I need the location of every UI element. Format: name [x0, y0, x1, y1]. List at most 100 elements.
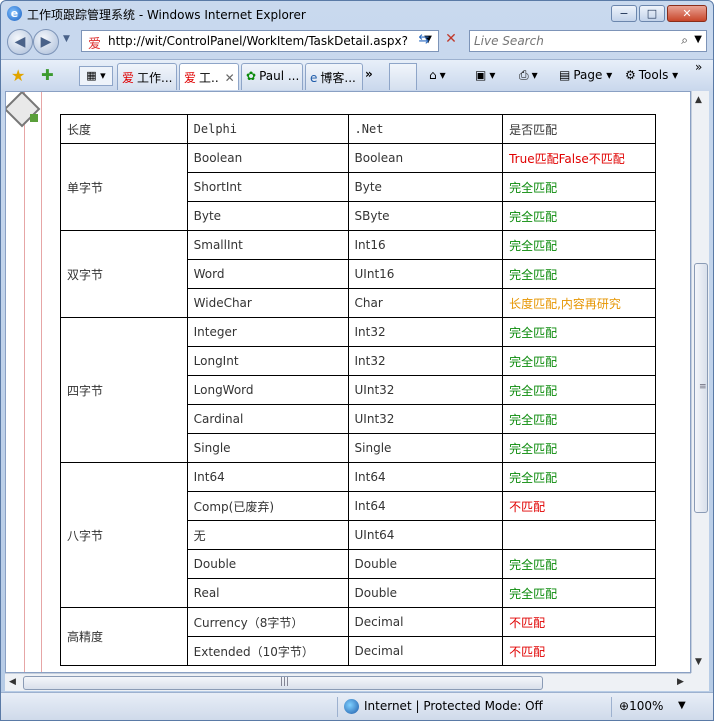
favorites-star-icon[interactable]: ★ — [11, 66, 25, 85]
site-favicon-icon: 爱 — [122, 71, 135, 85]
window-title: 工作项跟踪管理系统 - Windows Internet Explorer — [27, 8, 306, 22]
dotnet-type-cell: UInt32 — [347, 375, 504, 405]
site-favicon-icon: 爱 — [88, 37, 102, 52]
match-status-cell: 不匹配 — [502, 491, 656, 521]
home-button[interactable]: ⌂ ▾ — [429, 68, 446, 82]
tools-menu[interactable]: ⚙ Tools ▾ — [625, 68, 678, 82]
dotnet-type-cell: Int32 — [347, 317, 504, 347]
minimize-button[interactable]: − — [611, 5, 637, 22]
feeds-button[interactable]: ▣ ▾ — [475, 68, 495, 82]
maximize-button[interactable]: □ — [639, 5, 665, 22]
search-input[interactable] — [474, 33, 664, 49]
delphi-type-cell: Currency（8字节） — [186, 607, 349, 637]
quick-tabs-button[interactable]: ▦ ▾ — [79, 66, 113, 86]
tools-menu-label: Tools — [638, 68, 669, 82]
dotnet-type-cell: Int64 — [347, 462, 504, 492]
delphi-type-cell: Single — [186, 433, 349, 463]
delphi-type-cell: Double — [186, 549, 349, 579]
page-margin-rail — [24, 92, 42, 672]
toolbar-overflow-button[interactable]: » — [695, 60, 702, 74]
status-divider — [337, 697, 338, 717]
delphi-type-cell: Cardinal — [186, 404, 349, 434]
clover-favicon-icon: ✿ — [246, 69, 257, 83]
search-icon[interactable]: ⌕ — [681, 33, 688, 48]
delphi-type-cell: Word — [186, 259, 349, 289]
dotnet-type-cell: Char — [347, 288, 504, 318]
title-bar: e 工作项跟踪管理系统 - Windows Internet Explorer … — [1, 1, 713, 27]
search-dropdown-icon[interactable]: ▼ — [694, 34, 702, 45]
match-status-cell: True匹配False不匹配 — [502, 143, 656, 173]
address-url[interactable]: http://wit/ControlPanel/WorkItem/TaskDet… — [108, 34, 408, 48]
column-header: Delphi — [186, 114, 349, 144]
window-controls: − □ ✕ — [611, 5, 707, 22]
tab-label: 博客... — [320, 71, 356, 85]
tab-label: 工.. — [199, 71, 219, 85]
match-status-cell: 完全匹配 — [502, 375, 656, 405]
zoom-label: 100% — [629, 699, 664, 713]
tab-1[interactable]: 爱工作... — [117, 63, 177, 90]
dotnet-type-cell: Decimal — [347, 636, 504, 666]
security-zone[interactable]: Internet | Protected Mode: Off — [364, 699, 543, 713]
zoom-level[interactable]: ⊕100% — [619, 699, 663, 713]
dotnet-type-cell: Int16 — [347, 230, 504, 260]
size-group-cell: 高精度 — [60, 607, 188, 666]
column-header: 长度 — [60, 114, 188, 144]
dotnet-type-cell: Single — [347, 433, 504, 463]
table-header-row: 长度 Delphi .Net 是否匹配 — [60, 114, 656, 144]
match-status-cell: 完全匹配 — [502, 404, 656, 434]
search-box[interactable]: ⌕ ▼ — [469, 30, 707, 52]
grip-icon: ||| — [280, 677, 290, 687]
gear-icon: ⚙ — [625, 68, 636, 82]
dotnet-type-cell: Boolean — [347, 143, 504, 173]
ie-logo-icon: e — [7, 6, 22, 21]
size-group-cell: 单字节 — [60, 143, 188, 231]
scroll-right-icon[interactable]: ▶ — [677, 677, 684, 687]
tab-close-icon[interactable]: ✕ — [225, 71, 235, 85]
match-status-cell: 完全匹配 — [502, 172, 656, 202]
vertical-scroll-thumb[interactable]: ≡ — [694, 263, 708, 513]
tab-4[interactable]: e 博客... — [305, 63, 363, 90]
dotnet-type-cell: Int64 — [347, 491, 504, 521]
size-group-cell: 四字节 — [60, 317, 188, 463]
internet-zone-icon — [344, 699, 359, 714]
page-menu[interactable]: ▤ Page ▾ — [559, 68, 612, 82]
vertical-scrollbar[interactable]: ▲ ≡ ▼ — [691, 91, 709, 673]
scroll-down-icon[interactable]: ▼ — [695, 657, 702, 667]
status-divider — [611, 697, 612, 717]
back-button[interactable]: ◀ — [7, 29, 33, 55]
dotnet-type-cell: Decimal — [347, 607, 504, 637]
page-menu-label: Page — [573, 68, 603, 82]
home-icon: ⌂ — [429, 68, 437, 82]
tab-list-button[interactable]: » — [365, 67, 373, 81]
match-status-cell: 不匹配 — [502, 636, 656, 666]
stop-icon[interactable]: ✕ — [441, 31, 461, 51]
match-status-cell: 完全匹配 — [502, 259, 656, 289]
delphi-type-cell: LongInt — [186, 346, 349, 376]
horizontal-scrollbar[interactable]: ◀ ||| ▶ — [5, 673, 691, 691]
dotnet-type-cell: Byte — [347, 172, 504, 202]
tab-2-active[interactable]: 爱工.. ✕ — [179, 63, 239, 90]
close-button[interactable]: ✕ — [667, 5, 707, 22]
new-tab-button[interactable] — [389, 63, 417, 90]
scroll-left-icon[interactable]: ◀ — [9, 677, 16, 687]
tab-label: Paul ... — [259, 69, 300, 83]
column-header: .Net — [347, 114, 504, 144]
zoom-dropdown-icon[interactable]: ▼ — [678, 700, 686, 711]
forward-button[interactable]: ▶ — [33, 29, 59, 55]
size-group-cell: 八字节 — [60, 462, 188, 608]
history-dropdown-icon[interactable]: ▼ — [63, 34, 70, 44]
page-content: 长度 Delphi .Net 是否匹配 单字节 Boolean Boolean True匹配F… — [5, 91, 691, 673]
match-status-cell: 完全匹配 — [502, 462, 656, 492]
tab-3[interactable]: ✿ Paul ... — [241, 63, 303, 90]
table-row: 八字节 Int64 Int64 完全匹配 — [60, 462, 656, 608]
add-favorite-icon[interactable]: ✚ — [41, 66, 54, 84]
scroll-up-icon[interactable]: ▲ — [695, 95, 702, 105]
match-status-cell: 不匹配 — [502, 607, 656, 637]
refresh-icon[interactable]: ⇆ — [413, 32, 435, 50]
address-bar[interactable]: 爱 http://wit/ControlPanel/WorkItem/TaskD… — [81, 30, 439, 52]
horizontal-scroll-thumb[interactable]: ||| — [23, 676, 543, 690]
delphi-type-cell: Boolean — [186, 143, 349, 173]
print-button[interactable]: ⎙ ▾ — [519, 68, 538, 83]
document-badge-icon — [30, 114, 38, 122]
type-mapping-table: 长度 Delphi .Net 是否匹配 单字节 Boolean Boolean True匹配F… — [60, 114, 656, 666]
